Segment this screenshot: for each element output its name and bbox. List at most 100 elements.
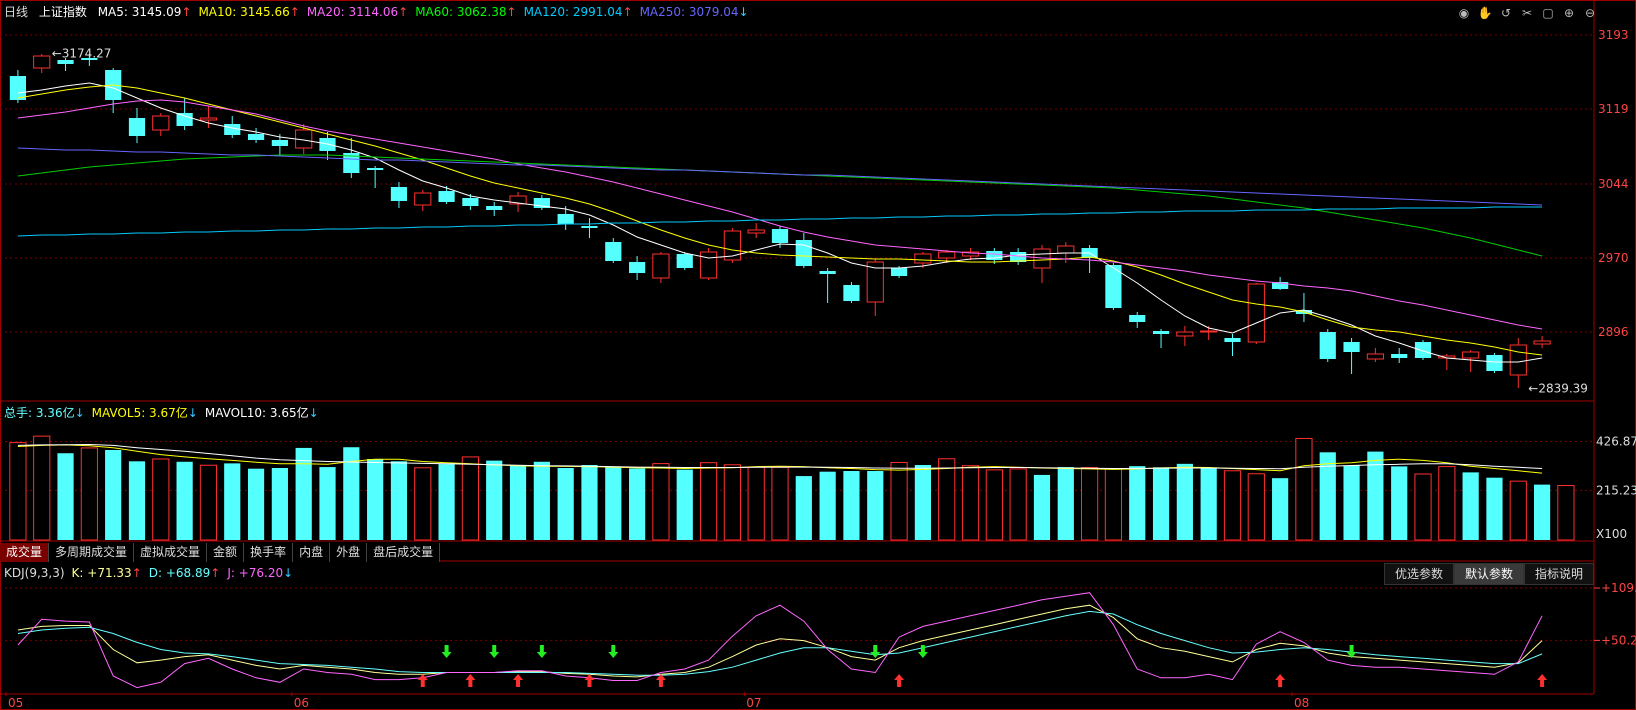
tab-1[interactable]: 多周期成交量 [49,543,135,562]
candle-26 [629,256,646,280]
volume-bar-11 [271,468,288,540]
tab-2[interactable]: 虚拟成交量 [134,543,208,562]
candle-45 [1081,245,1098,273]
param-button-1[interactable]: 默认参数 [1454,563,1525,585]
candle-14 [343,138,360,178]
volume-bar-44 [1057,467,1074,540]
ma-item-4: MA120: 2991.04↑ [524,5,633,19]
candle-56 [1343,338,1360,374]
zoom-out-icon[interactable]: ⊖ [1582,5,1598,21]
tab-3[interactable]: 金额 [207,543,245,562]
sell-signal-9 [870,644,881,658]
volume-bar-63 [1509,480,1527,541]
ma-item-2: MA20: 3114.06↑ [307,5,408,19]
volume-bar-52 [1247,473,1265,541]
volume-bar-54 [1295,437,1313,541]
volume-bar-35 [843,471,860,540]
volume-bar-33 [795,476,812,540]
candle-body-18 [438,191,455,202]
candle-47 [1129,312,1146,328]
candle-51 [1224,334,1241,356]
volume-bar-19 [461,456,479,541]
param-button-0[interactable]: 优选参数 [1384,563,1455,585]
volume-bar-40 [961,465,980,541]
scissors-icon[interactable]: ✂ [1519,5,1535,21]
kdj-item-arrow-3: ↓ [283,566,294,580]
candle-58 [1391,348,1408,363]
volume-bar-58 [1391,466,1408,540]
buy-signal-0 [417,674,428,687]
candle-body-20 [486,206,503,210]
candle-15 [367,166,384,188]
axes: 3193 3119 3044 2970 2896 426.87 215.23 X100 +109… [5,28,1636,710]
sell-signal-5 [536,644,547,658]
price-tick-1: 3119 [1598,102,1629,116]
volume-bar-18 [438,464,455,540]
candle-body-38 [914,253,932,264]
candle-64 [1533,336,1551,348]
candle-24 [581,218,598,238]
kdj-legend: KDJ(9,3,3) K: +71.33↑ D: +68.89↑ J: +76.20↓ [4,566,300,580]
tab-5[interactable]: 内盘 [293,543,331,562]
tab-6[interactable]: 外盘 [330,543,368,562]
ma-item-arrow-0: ↑ [181,5,192,19]
period-label[interactable]: 日线 [4,5,28,19]
vol-item-arrow-0: ↓ [74,406,85,420]
volume-bar-46 [1104,468,1123,541]
tab-7[interactable]: 盘后成交量 [367,543,441,562]
candle-body-28 [676,254,693,268]
candle-body-47 [1129,315,1146,322]
candle-20 [486,202,503,216]
undo-icon[interactable]: ↺ [1498,5,1514,21]
candle-27 [652,252,670,283]
x-tick-3: 08 [1294,696,1309,710]
x-tick-0: 05 [8,696,23,710]
volume-bar-30 [723,464,741,541]
volume-bar-23 [557,468,574,540]
x-tick-1: 06 [294,696,309,710]
volume-bar-39 [938,458,956,541]
stock-chart: ←3174.27 ←2839.39 3193 3119 3044 2970 2896 426… [0,0,1636,710]
candle-body-34 [819,271,836,274]
candle-body-51 [1224,338,1241,342]
candle-body-64 [1533,340,1551,345]
volume-bar-48 [1152,467,1170,540]
candle-52 [1247,283,1265,344]
volume-bar-65 [1557,485,1575,541]
kdj-tick-0: +109.3 [1601,581,1636,595]
volume-bar-43 [1033,474,1051,540]
volume-bar-47 [1129,466,1146,540]
candle-54 [1295,293,1313,322]
kdj-item-3: J: +76.20↓ [227,566,293,580]
eye-icon[interactable]: ◉ [1456,5,1472,21]
candle-body-57 [1366,353,1384,360]
candle-29 [699,248,718,280]
buy-signal-2 [465,674,476,687]
candle-1 [33,54,51,73]
volume-bar-36 [867,471,884,540]
volume-bar-45 [1081,467,1099,541]
param-button-2[interactable]: 指标说明 [1524,563,1595,585]
ma-item-label-1: MA10: 3145.66 [198,5,290,19]
candle-55 [1319,329,1336,362]
candle-61 [1462,350,1480,372]
kdj-line-k [17,604,1543,678]
zoom-in-icon[interactable]: ⊕ [1561,5,1577,21]
candle-23 [557,206,574,230]
candle-body-61 [1462,351,1480,359]
frame [0,0,1636,710]
lock-icon[interactable]: ▢ [1540,5,1556,21]
volume-bar-31 [747,466,765,541]
tab-0[interactable]: 成交量 [0,543,50,562]
tab-4[interactable]: 换手率 [244,543,294,562]
vol-item-0: 总手: 3.36亿↓ [4,406,85,420]
candle-31 [747,223,765,238]
volume-bar-17 [414,467,432,541]
candle-body-63 [1509,344,1527,376]
volume-bar-56 [1343,465,1360,540]
price-header: 日线 上证指数 MA5: 3145.09↑ MA10: 3145.66↑ MA20:… [4,5,763,19]
x-tick-2: 07 [746,696,761,710]
volume-bar-4 [105,450,122,540]
hand-icon[interactable]: ✋ [1477,5,1493,21]
candle-body-6 [152,115,170,131]
